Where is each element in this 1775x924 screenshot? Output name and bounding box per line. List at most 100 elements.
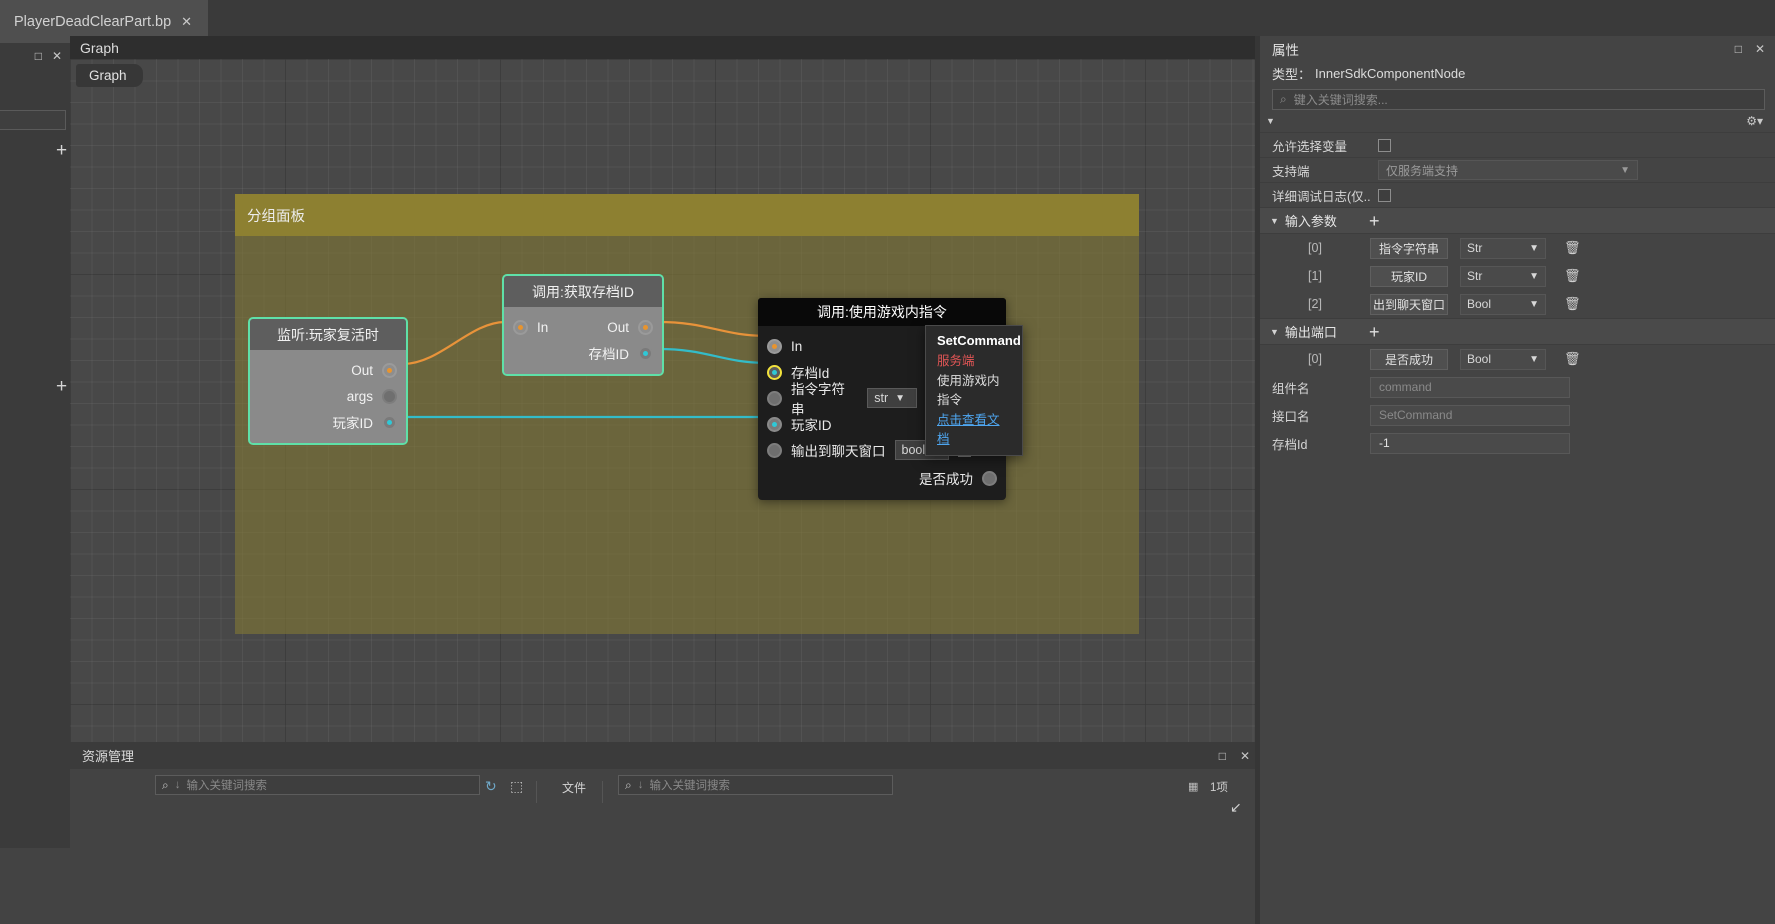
output-port-row-0[interactable]: [0] 是否成功 Bool ▼ 🗑 bbox=[1260, 345, 1775, 373]
param-name-input[interactable]: 指令字符串 bbox=[1370, 237, 1448, 259]
node-row-archive-id[interactable]: 存档ID bbox=[504, 340, 662, 366]
app-root: PlayerDeadClearPart.bp ✕ □ ✕ + + Graph G… bbox=[0, 0, 1775, 924]
exec-in-pin[interactable] bbox=[513, 319, 528, 335]
node-row-out[interactable]: Out bbox=[250, 357, 406, 383]
delete-icon[interactable]: 🗑 bbox=[1564, 351, 1581, 367]
param-index: [1] bbox=[1308, 269, 1322, 283]
delete-icon[interactable]: 🗑 bbox=[1564, 240, 1581, 256]
left-panel-add-button[interactable]: + bbox=[56, 141, 67, 160]
port-type-select[interactable]: Bool ▼ bbox=[1460, 348, 1546, 370]
toolbar-divider bbox=[536, 781, 537, 803]
gear-icon[interactable]: ⚙▾ bbox=[1746, 114, 1763, 128]
pin-label: 玩家ID bbox=[332, 416, 374, 431]
property-row-verbose-debug-log[interactable]: 详细调试日志(仅... bbox=[1260, 182, 1775, 207]
node-row-is-success[interactable]: 是否成功 bbox=[758, 465, 1006, 491]
data-in-pin-archive-id[interactable] bbox=[767, 364, 782, 380]
resource-panel-header: 资源管理 □ ✕ bbox=[70, 742, 1260, 769]
properties-collapse-row: ▼ ⚙▾ bbox=[1260, 110, 1775, 132]
node-listen-player-revive[interactable]: 监听:玩家复活时 Out args 玩家ID bbox=[248, 317, 408, 445]
left-panel-search-input[interactable] bbox=[0, 110, 66, 130]
input-param-row-0[interactable]: [0] 指令字符串 Str ▼ 🗑 bbox=[1260, 234, 1775, 262]
resource-search-input-right[interactable]: ⌕ ↓ 输入关键词搜索 bbox=[618, 775, 893, 795]
search-icon: ⌕ bbox=[625, 777, 632, 792]
port-name-input[interactable]: 是否成功 bbox=[1370, 348, 1448, 370]
chevron-down-icon[interactable]: ▼ bbox=[1270, 327, 1279, 337]
type-select-command-string[interactable]: str ▼ bbox=[867, 388, 918, 408]
field-row-component-name[interactable]: 组件名 command bbox=[1260, 373, 1775, 401]
chevron-down-icon[interactable]: ▼ bbox=[1270, 216, 1279, 226]
field-value: -1 bbox=[1379, 436, 1390, 450]
node-row-playerid[interactable]: 玩家ID bbox=[250, 409, 406, 435]
verbose-debug-log-checkbox[interactable] bbox=[1378, 188, 1391, 202]
tooltip-doc-link[interactable]: 点击查看文档 bbox=[937, 409, 1011, 447]
support-side-select[interactable]: 仅服务端支持 ▼ bbox=[1378, 160, 1638, 180]
section-title: 输入参数 bbox=[1284, 214, 1337, 229]
section-title: 输出端口 bbox=[1284, 325, 1337, 340]
new-folder-icon[interactable]: ⬚ bbox=[510, 778, 523, 795]
param-type-select[interactable]: Bool ▼ bbox=[1460, 293, 1546, 315]
section-input-params[interactable]: ▼ 输入参数 + bbox=[1260, 207, 1775, 234]
data-out-pin-archive-id[interactable] bbox=[638, 345, 653, 361]
param-type-select[interactable]: Str ▼ bbox=[1460, 237, 1546, 259]
archive-id-input[interactable]: -1 bbox=[1370, 432, 1570, 454]
node-row-args[interactable]: args bbox=[250, 383, 406, 409]
close-icon[interactable]: ✕ bbox=[52, 50, 62, 62]
exec-in-pin[interactable] bbox=[767, 338, 782, 354]
data-in-pin-command-string[interactable] bbox=[767, 390, 782, 406]
select-value: bool bbox=[901, 443, 926, 457]
param-type-select[interactable]: Str ▼ bbox=[1460, 265, 1546, 287]
delete-icon[interactable]: 🗑 bbox=[1564, 268, 1581, 284]
property-row-support-side[interactable]: 支持端 仅服务端支持 ▼ bbox=[1260, 157, 1775, 182]
type-label: 类型： bbox=[1272, 67, 1312, 82]
node-get-archive-id[interactable]: 调用:获取存档ID In Out 存档ID bbox=[502, 274, 664, 376]
node-body: Out args 玩家ID bbox=[250, 350, 406, 443]
restore-icon[interactable]: □ bbox=[1219, 750, 1226, 762]
section-output-ports[interactable]: ▼ 输出端口 + bbox=[1260, 318, 1775, 345]
filter-icon[interactable]: ↓ bbox=[175, 779, 181, 791]
param-name-input[interactable]: 玩家ID bbox=[1370, 265, 1448, 287]
filter-icon[interactable]: ↓ bbox=[638, 779, 644, 791]
interface-name-input[interactable]: SetCommand bbox=[1370, 404, 1570, 426]
properties-panel: 属性 □ ✕ 类型： InnerSdkComponentNode ⌕ 键入关键词… bbox=[1260, 36, 1775, 924]
data-out-pin-playerid[interactable] bbox=[382, 414, 397, 430]
component-name-input[interactable]: command bbox=[1370, 376, 1570, 398]
delete-icon[interactable]: 🗑 bbox=[1564, 296, 1581, 312]
grid-view-icon[interactable]: ▦ bbox=[1188, 780, 1198, 793]
graph-canvas[interactable]: Graph 分组面板 监听:玩家复活时 Out args 玩家ID 调用:获取存… bbox=[70, 59, 1260, 742]
resource-search-input-left[interactable]: ⌕ ↓ 输入关键词搜索 bbox=[155, 775, 480, 795]
refresh-icon[interactable]: ↻ bbox=[485, 778, 497, 795]
data-in-pin-player-id[interactable] bbox=[767, 416, 782, 432]
input-param-row-1[interactable]: [1] 玩家ID Str ▼ 🗑 bbox=[1260, 262, 1775, 290]
properties-search-input[interactable]: ⌕ 键入关键词搜索... bbox=[1272, 89, 1765, 110]
add-input-param-button[interactable]: + bbox=[1369, 212, 1380, 230]
input-param-row-2[interactable]: [2] 出到聊天窗口 Bool ▼ 🗑 bbox=[1260, 290, 1775, 318]
tab-label: PlayerDeadClearPart.bp bbox=[14, 13, 172, 30]
pin-label: 玩家ID bbox=[791, 418, 832, 433]
field-row-interface-name[interactable]: 接口名 SetCommand bbox=[1260, 401, 1775, 429]
resource-panel: ⌕ ↓ 输入关键词搜索 ↻ ⬚ 文件 ⌕ ↓ 输入关键词搜索 ▦ 1项 ↙ bbox=[70, 769, 1260, 848]
add-output-port-button[interactable]: + bbox=[1369, 323, 1380, 341]
graph-breadcrumb-chip[interactable]: Graph bbox=[76, 64, 143, 87]
left-panel-add-button-2[interactable]: + bbox=[56, 377, 67, 396]
exec-out-pin[interactable] bbox=[638, 319, 653, 335]
data-in-pin-output-to-chat[interactable] bbox=[767, 442, 782, 458]
restore-icon[interactable]: □ bbox=[35, 50, 42, 62]
node-row-in-out[interactable]: In Out bbox=[504, 314, 662, 340]
allow-select-variable-checkbox[interactable] bbox=[1378, 138, 1391, 152]
exec-out-pin[interactable] bbox=[382, 362, 397, 378]
close-icon[interactable]: ✕ bbox=[181, 14, 192, 30]
close-icon[interactable]: ✕ bbox=[1755, 43, 1765, 55]
property-row-allow-select-variable[interactable]: 允许选择变量 bbox=[1260, 132, 1775, 157]
graph-panel-title: Graph bbox=[70, 36, 1260, 59]
import-icon[interactable]: ↙ bbox=[1230, 799, 1242, 816]
param-name-input[interactable]: 出到聊天窗口 bbox=[1370, 293, 1448, 315]
data-out-pin-args[interactable] bbox=[382, 388, 397, 404]
chevron-down-icon[interactable]: ▼ bbox=[1266, 116, 1275, 126]
pin-label: In bbox=[537, 319, 549, 335]
property-label: 允许选择变量 bbox=[1272, 139, 1348, 154]
properties-header: 属性 □ ✕ bbox=[1260, 36, 1775, 61]
close-icon[interactable]: ✕ bbox=[1240, 750, 1250, 762]
restore-icon[interactable]: □ bbox=[1735, 43, 1742, 55]
data-out-pin-is-success[interactable] bbox=[982, 470, 997, 486]
field-row-archive-id[interactable]: 存档Id -1 bbox=[1260, 429, 1775, 457]
